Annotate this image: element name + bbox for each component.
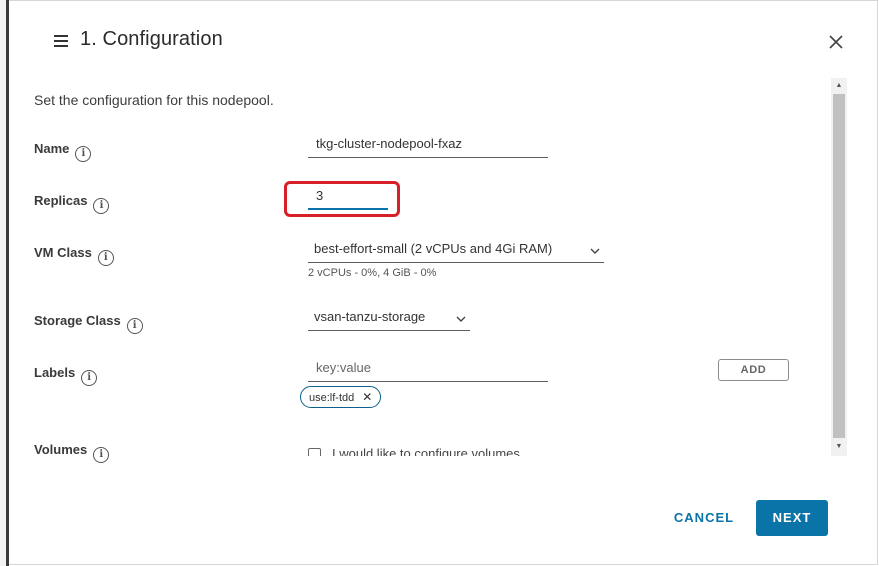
close-icon[interactable] [826, 32, 846, 52]
storage-class-select-value: vsan-tanzu-storage [314, 309, 426, 324]
vm-class-select[interactable]: best-effort-small (2 vCPUs and 4Gi RAM) [308, 241, 604, 263]
volumes-checkbox[interactable] [308, 448, 321, 456]
info-icon[interactable]: i [75, 146, 92, 162]
labels-input-placeholder: key:value [316, 360, 371, 375]
volumes-label: Volumes i [34, 442, 110, 463]
dialog-description: Set the configuration for this nodepool. [34, 92, 274, 108]
volumes-checkbox-label: I would like to configure volumes [332, 446, 520, 456]
vm-class-label: VM Class i [34, 245, 114, 266]
label-chip: use:lf-tdd ✕ [300, 386, 382, 408]
vm-class-select-value: best-effort-small (2 vCPUs and 4Gi RAM) [314, 241, 553, 256]
name-input[interactable]: tkg-cluster-nodepool-fxaz [308, 136, 548, 158]
name-input-value: tkg-cluster-nodepool-fxaz [316, 136, 462, 151]
highlight-annotation [284, 181, 400, 217]
chevron-down-icon [456, 311, 466, 322]
info-icon[interactable]: i [93, 447, 110, 463]
scrollbar-thumb[interactable] [833, 94, 845, 438]
configuration-dialog [9, 0, 878, 565]
scroll-up-icon[interactable]: ▲ [833, 80, 845, 92]
replicas-label: Replicas i [34, 193, 110, 214]
scroll-down-icon[interactable]: ▼ [833, 441, 845, 453]
volumes-row: I would like to configure volumes [300, 440, 800, 456]
info-icon[interactable]: i [93, 198, 110, 214]
name-label: Name i [34, 141, 92, 162]
info-icon[interactable]: i [81, 370, 98, 386]
info-icon[interactable]: i [126, 318, 143, 334]
storage-class-label: Storage Class i [34, 313, 143, 334]
dialog-title: 1. Configuration [80, 28, 223, 50]
labels-label-text: Labels [34, 365, 76, 380]
labels-label: Labels i [34, 365, 98, 386]
add-label-button[interactable]: ADD [718, 359, 789, 381]
name-label-text: Name [34, 141, 70, 156]
next-button[interactable]: NEXT [756, 500, 828, 536]
storage-class-label-text: Storage Class [34, 313, 121, 328]
volumes-label-text: Volumes [34, 442, 88, 457]
storage-class-select[interactable]: vsan-tanzu-storage [308, 309, 470, 331]
cancel-button[interactable]: CANCEL [668, 502, 740, 534]
vm-class-label-text: VM Class [34, 245, 92, 260]
label-chip-text: use:lf-tdd [309, 392, 355, 404]
info-icon[interactable]: i [97, 250, 114, 266]
menu-icon[interactable] [54, 35, 68, 47]
close-icon[interactable]: ✕ [362, 387, 372, 407]
replicas-label-text: Replicas [34, 193, 88, 208]
vm-class-hint: 2 vCPUs - 0%, 4 GiB - 0% [308, 267, 437, 279]
chevron-down-icon [590, 243, 600, 254]
labels-input[interactable]: key:value [308, 360, 548, 382]
